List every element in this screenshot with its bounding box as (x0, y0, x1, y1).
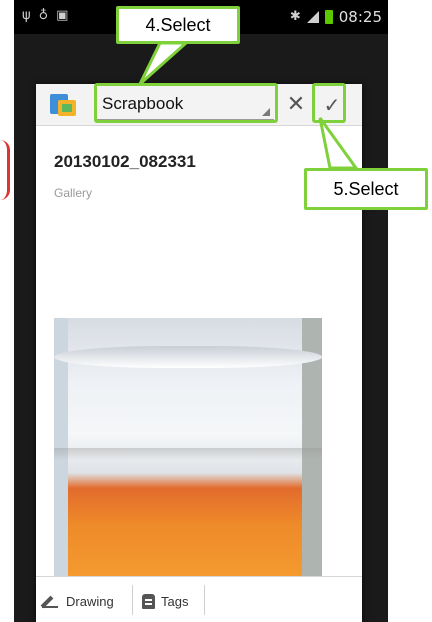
wifi-icon: ♁ (38, 8, 49, 23)
tag-icon (142, 593, 155, 609)
signal-icon (306, 11, 319, 23)
notebook-app-icon (50, 92, 78, 118)
battery-icon (324, 10, 333, 24)
note-title[interactable]: 20130102_082331 (54, 152, 196, 172)
usb-icon: ψ (22, 8, 31, 23)
tags-label: Tags (161, 593, 189, 609)
footer-divider (132, 585, 133, 615)
bluetooth-icon: ✱ (289, 9, 301, 24)
attached-photo (54, 318, 322, 576)
footer-divider (204, 585, 205, 615)
dialog-footer: Drawing Tags (36, 576, 362, 622)
callout-step-5: 5.Select (304, 168, 428, 210)
image-notify-icon: ▣ (56, 8, 69, 23)
note-source: Gallery (54, 186, 93, 200)
callout-step-4: 4.Select (116, 6, 240, 44)
save-note-dialog: Scrapbook ✕ ✓ 20130102_082331 Gallery Dr… (36, 84, 362, 622)
edge-decoration (0, 140, 10, 200)
drawing-label: Drawing (66, 593, 114, 609)
status-time: 08:25 (338, 8, 382, 26)
drawing-button[interactable]: Drawing (42, 587, 114, 615)
select-highlight (94, 83, 278, 123)
pencil-icon (42, 594, 60, 608)
confirm-highlight (312, 83, 346, 123)
tags-button[interactable]: Tags (142, 587, 188, 615)
cancel-button[interactable]: ✕ (284, 91, 308, 119)
